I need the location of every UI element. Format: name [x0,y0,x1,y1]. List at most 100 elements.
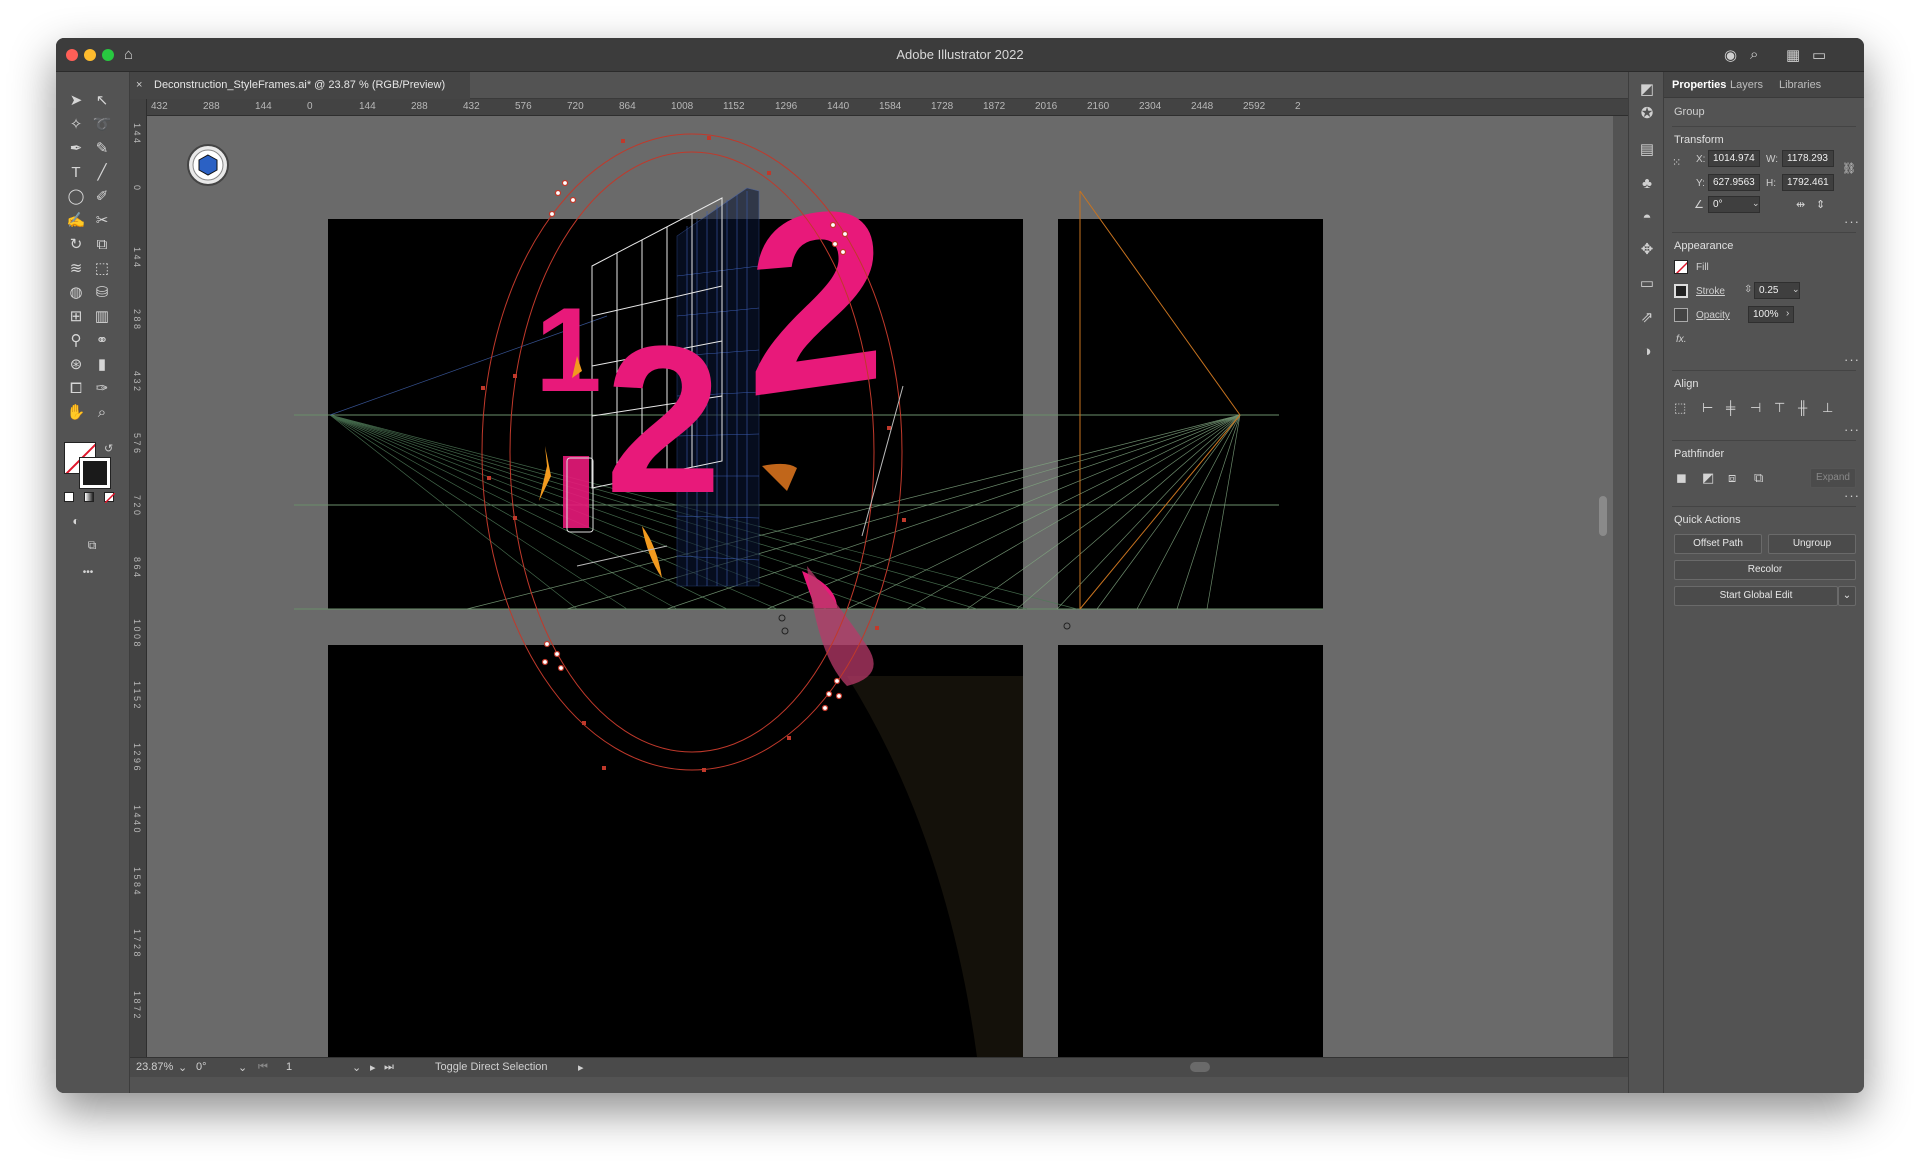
hand-tool-icon[interactable]: ✋ [64,402,88,424]
flip-vertical-icon[interactable]: ⇕ [1816,198,1825,211]
artboard-number-field[interactable]: 1 [286,1061,292,1073]
y-field[interactable]: 627.9563 [1708,174,1760,191]
line-tool-icon[interactable]: ╱ [90,162,114,184]
column-graph-tool-icon[interactable]: ▮ [90,354,114,376]
magic-wand-tool-icon[interactable]: ✧ [64,114,88,136]
intersect-icon[interactable]: ⧈ [1728,470,1736,486]
user-icon[interactable]: ◉ [1724,46,1737,64]
next-artboard-icon[interactable]: ▸ [370,1061,376,1074]
w-field[interactable]: 1178.293 [1782,150,1834,167]
zoom-tool-icon[interactable]: ⌕ [90,402,114,424]
free-transform-tool-icon[interactable]: ⬚ [90,258,114,280]
draw-mode-icon[interactable]: ◐ [64,510,88,532]
direct-selection-tool-icon[interactable]: ↖ [90,90,114,112]
exclude-icon[interactable]: ⧉ [1754,470,1763,486]
horizontal-ruler[interactable]: 432 288 144 0 144 288 432 576 720 864 1008 1152 1296… [147,99,1628,116]
eyedropper-tool-icon[interactable]: ⚲ [64,330,88,352]
screen-mode-icon[interactable]: ⧉ [80,534,104,556]
transparency-icon[interactable]: ◑ [1637,342,1657,362]
artboard-dropdown-icon[interactable]: ⌄ [352,1061,361,1074]
swap-colors-icon[interactable]: ↺ [104,442,113,455]
rotation-field[interactable]: 0° [196,1061,207,1073]
fill-none-swatch[interactable] [1674,260,1688,274]
live-paint-tool-icon[interactable]: ⛁ [90,282,114,304]
blend-tool-icon[interactable]: ⚭ [90,330,114,352]
swatches-icon[interactable]: ▤ [1637,140,1657,160]
align-left-icon[interactable]: ⊢ [1702,400,1713,416]
zoom-dropdown-icon[interactable]: ⌄ [178,1061,187,1074]
graphic-styles-icon[interactable]: ◓ [1637,208,1657,228]
fx-label[interactable]: fx. [1676,334,1687,345]
global-edit-options-icon[interactable]: ⌄ [1838,586,1856,606]
color-guide-icon[interactable]: ✪ [1637,104,1657,124]
align-to-icon[interactable]: ⬚ [1674,400,1686,416]
transform-more-icon[interactable]: ··· [1844,214,1860,229]
status-menu-icon[interactable]: ▸ [578,1061,584,1074]
offset-path-button[interactable]: Offset Path [1674,534,1762,554]
stroke-swatch[interactable] [79,457,111,489]
type-tool-icon[interactable]: T [64,162,88,184]
workspace-icon[interactable]: ▦ [1786,46,1800,64]
lasso-tool-icon[interactable]: ➰ [90,114,114,136]
tab-libraries[interactable]: Libraries [1779,79,1821,91]
curvature-tool-icon[interactable]: ✎ [90,138,114,160]
warp-tool-icon[interactable]: ≋ [64,258,88,280]
symbols-icon[interactable]: ♣ [1637,174,1657,194]
zoom-level-field[interactable]: 23.87% [136,1061,173,1073]
first-artboard-icon[interactable]: ⏮ [258,1061,268,1074]
rotation-dropdown-icon[interactable]: ⌄ [238,1061,247,1074]
color-mode-icon[interactable] [64,492,74,502]
pen-tool-icon[interactable]: ✒ [64,138,88,160]
tab-properties[interactable]: Properties [1672,79,1726,91]
slice-tool-icon[interactable]: ✑ [90,378,114,400]
blob-brush-tool-icon[interactable]: ✍ [64,210,88,232]
stroke-stepper-icon[interactable]: ⇳ [1744,284,1752,295]
gradient-tool-icon[interactable]: ▥ [90,306,114,328]
align-bottom-icon[interactable]: ⊥ [1822,400,1833,416]
ungroup-button[interactable]: Ungroup [1768,534,1856,554]
canvas[interactable]: 2 2 1 [147,116,1613,1057]
edit-toolbar-icon[interactable]: ••• [76,562,100,584]
expand-button[interactable]: Expand [1810,468,1856,488]
paintbrush-tool-icon[interactable]: ✐ [90,186,114,208]
gradient-panel-icon[interactable]: ▭ [1637,274,1657,294]
search-icon[interactable]: ⌕ [1750,46,1758,63]
align-center-v-icon[interactable]: ╫ [1798,400,1807,415]
align-center-h-icon[interactable]: ╪ [1726,400,1735,415]
none-mode-icon[interactable] [104,492,115,503]
stroke-swatch-small[interactable] [1674,284,1688,298]
stroke-dropdown-icon[interactable]: ⌄ [1792,284,1800,295]
artboard-tool-icon[interactable]: ⧠ [64,378,88,400]
minus-front-icon[interactable]: ◩ [1702,470,1714,486]
gradient-mode-icon[interactable] [84,492,94,502]
angle-dropdown-icon[interactable]: ⌄ [1752,198,1760,209]
appearance-more-icon[interactable]: ··· [1844,352,1860,367]
pathfinder-more-icon[interactable]: ··· [1844,488,1860,503]
vertical-ruler[interactable]: 1 4 4 0 1 4 4 2 8 8 4 3 2 5 7 6 7 2 0 8 6 4 1 0 … [130,99,147,1057]
rotate-tool-icon[interactable]: ↻ [64,234,88,256]
scissors-tool-icon[interactable]: ✂ [90,210,114,232]
align-top-icon[interactable]: ⊤ [1774,400,1785,416]
scale-tool-icon[interactable]: ⧉ [90,234,114,256]
selection-tool-icon[interactable]: ➤ [64,90,88,112]
align-right-icon[interactable]: ⊣ [1750,400,1761,416]
close-tab-icon[interactable]: × [136,72,142,99]
constrain-proportions-icon[interactable]: ⛓ [1842,162,1856,175]
brushes-icon[interactable]: ✥ [1637,240,1657,260]
opacity-swatch[interactable] [1674,308,1688,322]
opacity-label[interactable]: Opacity [1696,310,1730,321]
mesh-tool-icon[interactable]: ⊞ [64,306,88,328]
export-icon[interactable]: ⇗ [1637,308,1657,328]
unite-icon[interactable]: ◼ [1676,470,1687,486]
x-field[interactable]: 1014.974 [1708,150,1760,167]
window-arrange-icon[interactable]: ▭ [1812,46,1826,64]
recolor-button[interactable]: Recolor [1674,560,1856,580]
stroke-label[interactable]: Stroke [1696,286,1725,297]
document-tab[interactable]: × Deconstruction_StyleFrames.ai* @ 23.87… [130,72,470,99]
align-more-icon[interactable]: ··· [1844,422,1860,437]
flip-horizontal-icon[interactable]: ⇹ [1796,198,1805,211]
symbol-sprayer-tool-icon[interactable]: ⊛ [64,354,88,376]
start-global-edit-button[interactable]: Start Global Edit [1674,586,1838,606]
horizontal-scrollbar-thumb[interactable] [1190,1062,1210,1072]
reference-point-icon[interactable]: ⁙ [1672,156,1681,169]
